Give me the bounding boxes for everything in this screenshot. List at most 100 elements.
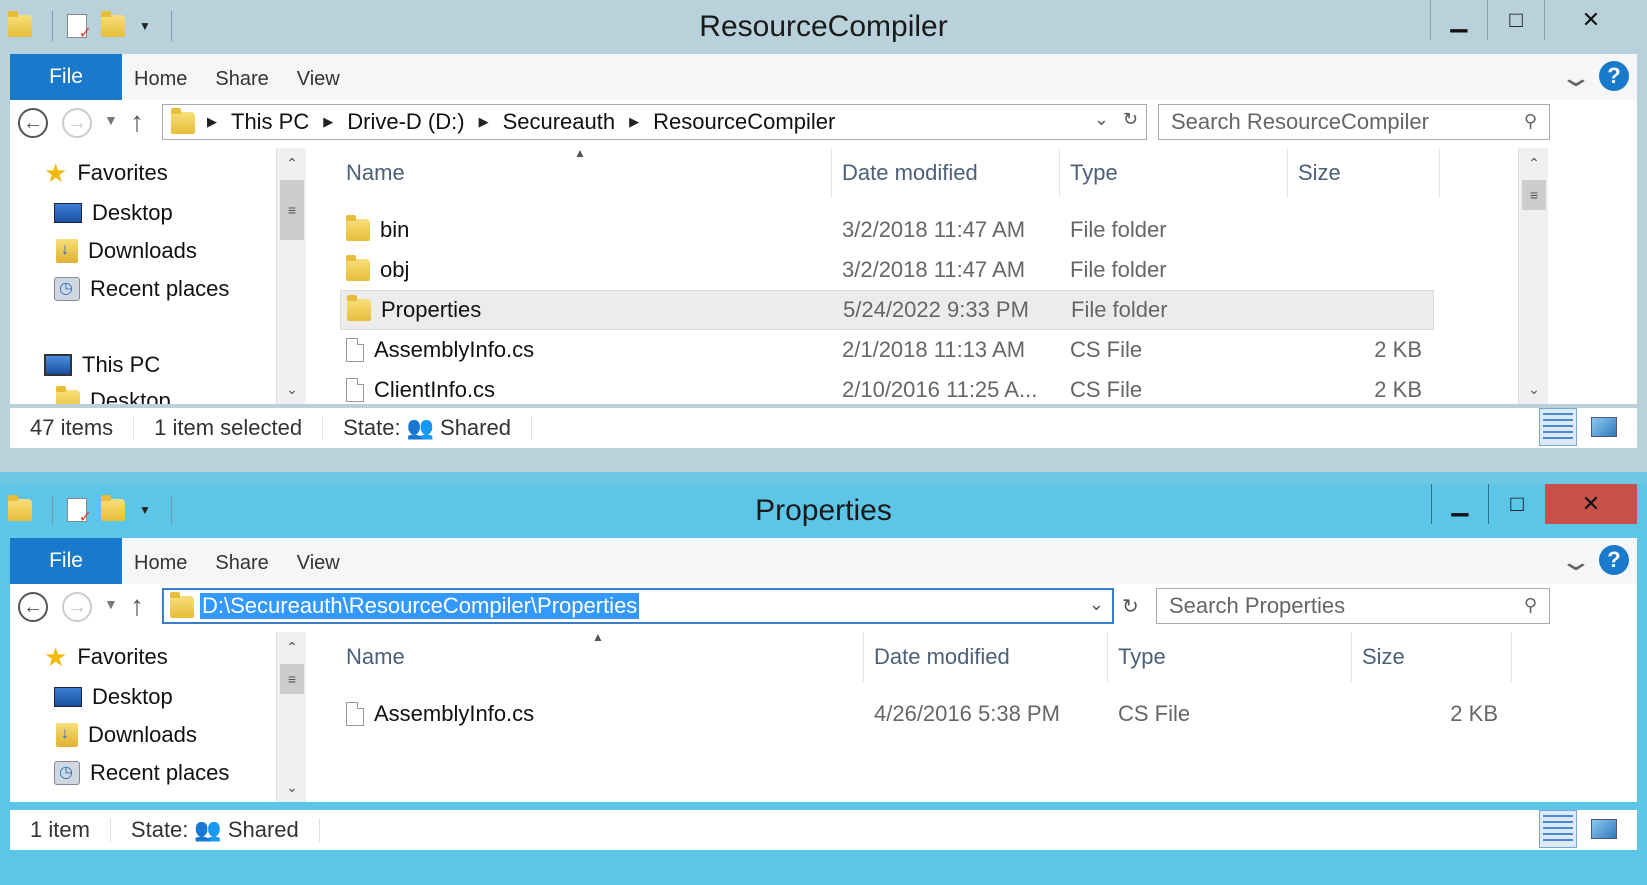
- tree-item-downloads[interactable]: Downloads: [56, 238, 197, 264]
- maximize-button[interactable]: □: [1488, 484, 1545, 524]
- file-type-cell: File folder: [1071, 297, 1168, 322]
- scroll-down-arrow-icon[interactable]: ⌄: [277, 772, 307, 802]
- tree-item-desktop[interactable]: Desktop: [54, 684, 173, 710]
- maximize-button[interactable]: □: [1487, 0, 1544, 40]
- address-bar[interactable]: ▶ This PC ▶ Drive-D (D:) ▶ Secureauth ▶ …: [162, 104, 1147, 140]
- status-bar: 1 item State: 👥 Shared: [10, 810, 1637, 850]
- tree-item-downloads[interactable]: Downloads: [56, 722, 197, 748]
- file-size-cell: 2 KB: [1374, 337, 1422, 362]
- large-icons-view-button[interactable]: [1585, 408, 1623, 446]
- expand-ribbon-icon[interactable]: ⌄: [1559, 546, 1594, 577]
- file-name: AssemblyInfo.cs: [374, 337, 535, 362]
- tab-share[interactable]: Share: [215, 68, 268, 91]
- tree-item-this-pc[interactable]: This PC: [44, 352, 160, 378]
- column-header-name[interactable]: Name: [336, 148, 832, 198]
- address-path-text[interactable]: D:\Secureauth\ResourceCompiler\Propertie…: [200, 593, 640, 619]
- search-input[interactable]: Search Properties ⚲: [1156, 588, 1550, 624]
- details-view-button[interactable]: [1539, 810, 1577, 848]
- tab-share[interactable]: Share: [215, 552, 268, 575]
- tree-item-desktop-pc[interactable]: Desktop: [56, 386, 171, 404]
- tab-home[interactable]: Home: [134, 68, 187, 91]
- breadcrumb-separator-icon[interactable]: ▶: [629, 114, 639, 130]
- close-button[interactable]: ✕: [1544, 0, 1637, 40]
- file-list: ▲ Name Date modified Type Size AssemblyI…: [312, 632, 1512, 802]
- breadcrumb-separator-icon[interactable]: ▶: [323, 114, 333, 130]
- column-header-type[interactable]: Type: [1060, 148, 1288, 198]
- column-header-date-modified[interactable]: Date modified: [864, 632, 1108, 682]
- address-input[interactable]: D:\Secureauth\ResourceCompiler\Propertie…: [162, 588, 1114, 624]
- title-bar[interactable]: ▼ Properties ▁ □ ✕: [0, 484, 1647, 536]
- column-header-date-modified[interactable]: Date modified: [832, 148, 1060, 198]
- breadcrumb-separator-icon[interactable]: ▶: [207, 114, 217, 130]
- tab-view[interactable]: View: [297, 68, 340, 91]
- breadcrumb-secureauth[interactable]: Secureauth: [503, 109, 616, 135]
- file-list-scrollbar[interactable]: ⌃ ≡ ⌄: [1518, 148, 1548, 404]
- large-icons-view-button[interactable]: [1585, 810, 1623, 848]
- tab-view[interactable]: View: [297, 552, 340, 575]
- recent-locations-chevron-icon[interactable]: ▼: [104, 596, 118, 612]
- explorer-window-properties[interactable]: ▼ Properties ▁ □ ✕ File Home Share View …: [0, 484, 1647, 885]
- help-button[interactable]: ?: [1599, 61, 1629, 91]
- scrollbar-thumb[interactable]: ≡: [280, 664, 304, 694]
- file-row[interactable]: Properties 5/24/2022 9:33 PM File folder: [340, 290, 1434, 330]
- file-row[interactable]: ClientInfo.cs 2/10/2016 11:25 A... CS File…: [340, 370, 1434, 404]
- forward-button[interactable]: →: [62, 108, 92, 138]
- breadcrumb-this-pc[interactable]: This PC: [231, 109, 309, 135]
- scroll-up-arrow-icon[interactable]: ⌃: [277, 148, 307, 178]
- breadcrumb-resourcecompiler[interactable]: ResourceCompiler: [653, 109, 835, 135]
- minimize-button[interactable]: ▁: [1430, 0, 1487, 40]
- refresh-icon[interactable]: ↻: [1123, 109, 1138, 130]
- search-icon[interactable]: ⚲: [1524, 111, 1537, 132]
- navigation-pane-scrollbar[interactable]: ⌃ ≡ ⌄: [276, 632, 306, 802]
- downloads-icon: [56, 239, 78, 263]
- navigation-pane-scrollbar[interactable]: ⌃ ≡ ⌄: [276, 148, 306, 404]
- recent-locations-chevron-icon[interactable]: ▼: [104, 112, 118, 128]
- address-dropdown-icon[interactable]: ⌄: [1094, 109, 1109, 130]
- back-button[interactable]: ←: [18, 108, 48, 138]
- file-row[interactable]: AssemblyInfo.cs 4/26/2016 5:38 PM CS File 2…: [340, 694, 1510, 734]
- scrollbar-thumb[interactable]: ≡: [280, 180, 304, 240]
- tab-file[interactable]: File: [10, 538, 122, 584]
- up-arrow-icon[interactable]: ↑: [130, 590, 144, 622]
- address-dropdown-icon[interactable]: ⌄: [1089, 594, 1104, 615]
- scrollbar-thumb[interactable]: ≡: [1522, 180, 1546, 210]
- search-icon[interactable]: ⚲: [1524, 595, 1537, 616]
- tree-item-recent-places[interactable]: Recent places: [54, 276, 229, 302]
- column-header-type[interactable]: Type: [1108, 632, 1352, 682]
- tree-item-recent-places[interactable]: Recent places: [54, 760, 229, 786]
- breadcrumb-separator-icon[interactable]: ▶: [479, 114, 489, 130]
- file-row[interactable]: bin 3/2/2018 11:47 AM File folder: [340, 210, 1434, 250]
- scroll-up-arrow-icon[interactable]: ⌃: [277, 632, 307, 662]
- scroll-up-arrow-icon[interactable]: ⌃: [1519, 148, 1549, 178]
- tree-item-desktop[interactable]: Desktop: [54, 200, 173, 226]
- file-row[interactable]: AssemblyInfo.cs 2/1/2018 11:13 AM CS File 2…: [340, 330, 1434, 370]
- help-button[interactable]: ?: [1599, 545, 1629, 575]
- scroll-down-arrow-icon[interactable]: ⌄: [277, 374, 307, 404]
- column-header-size[interactable]: Size: [1352, 632, 1512, 682]
- forward-button[interactable]: →: [62, 592, 92, 622]
- minimize-button[interactable]: ▁: [1431, 484, 1488, 524]
- file-name: bin: [380, 217, 410, 242]
- column-header-name[interactable]: Name: [336, 632, 864, 682]
- back-button[interactable]: ←: [18, 592, 48, 622]
- scroll-down-arrow-icon[interactable]: ⌄: [1519, 374, 1549, 404]
- tab-file[interactable]: File: [10, 54, 122, 100]
- file-row[interactable]: obj 3/2/2018 11:47 AM File folder: [340, 250, 1434, 290]
- file-name-cell: AssemblyInfo.cs: [346, 701, 534, 727]
- refresh-icon[interactable]: ↻: [1122, 594, 1139, 619]
- column-header-size[interactable]: Size: [1288, 148, 1440, 198]
- explorer-window-resourcecompiler[interactable]: ▼ ResourceCompiler ▁ □ ✕ File Home Share…: [0, 0, 1647, 472]
- star-icon: ★: [44, 642, 68, 672]
- breadcrumb-drive-d[interactable]: Drive-D (D:): [347, 109, 464, 135]
- tree-item-label: Desktop: [92, 200, 173, 225]
- title-bar[interactable]: ▼ ResourceCompiler ▁ □ ✕: [0, 0, 1647, 52]
- search-input[interactable]: Search ResourceCompiler ⚲: [1158, 104, 1550, 140]
- expand-ribbon-icon[interactable]: ⌄: [1559, 62, 1594, 93]
- status-item-count: 47 items: [10, 415, 135, 440]
- close-button[interactable]: ✕: [1545, 484, 1637, 524]
- tab-home[interactable]: Home: [134, 552, 187, 575]
- up-arrow-icon[interactable]: ↑: [130, 106, 144, 138]
- tree-item-favorites[interactable]: ★ Favorites: [44, 644, 168, 670]
- tree-item-favorites[interactable]: ★ Favorites: [44, 160, 168, 186]
- details-view-button[interactable]: [1539, 408, 1577, 446]
